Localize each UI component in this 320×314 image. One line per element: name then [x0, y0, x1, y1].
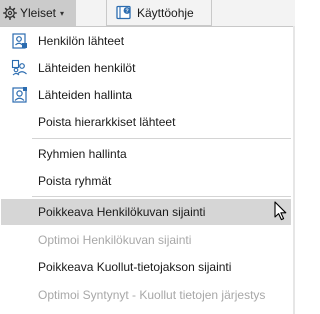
menu-item-label: Ryhmien hallinta	[38, 147, 127, 161]
menu-item-label: Optimoi Syntynyt - Kuollut tietojen järj…	[38, 288, 266, 302]
menu-item-label: Lähteiden henkilöt	[38, 61, 136, 75]
user-guide-label: Käyttöohje	[137, 5, 194, 20]
toolbar: Yleiset ▾ ? Käyttöohje	[0, 0, 295, 26]
menu-separator	[32, 196, 291, 197]
menu-item-remove-groups[interactable]: Poista ryhmät	[1, 168, 291, 194]
gear-icon	[3, 6, 17, 20]
source-persons-icon	[11, 59, 27, 76]
general-menu-label: Yleiset	[20, 6, 57, 20]
menu-item-person-sources[interactable]: Henkilön lähteet	[1, 28, 291, 54]
menu-item-label: Poista hierarkkiset lähteet	[38, 115, 176, 129]
user-guide-button[interactable]: ? Käyttöohje	[106, 0, 212, 26]
help-book-icon: ?	[116, 5, 131, 20]
menu-item-label: Henkilön lähteet	[38, 34, 125, 48]
menu-item-label: Optimoi Henkilökuvan sijainti	[38, 233, 192, 247]
menu-item-label: Lähteiden hallinta	[38, 88, 133, 102]
menu-item-remove-hierarchical-sources[interactable]: Poista hierarkkiset lähteet	[1, 109, 291, 135]
mouse-pointer-icon	[274, 201, 287, 221]
menu-item-optimize-portrait-position: Optimoi Henkilökuvan sijainti	[1, 227, 291, 253]
manage-sources-icon	[12, 87, 27, 103]
menu-item-label: Poikkeava Henkilökuvan sijainti	[38, 205, 206, 219]
menu-item-manage-sources[interactable]: Lähteiden hallinta	[1, 82, 291, 108]
menu-item-deviant-portrait-position[interactable]: Poikkeava Henkilökuvan sijainti	[1, 199, 291, 225]
menu-item-source-persons[interactable]: Lähteiden henkilöt	[1, 55, 291, 81]
menu-item-manage-groups[interactable]: Ryhmien hallinta	[1, 141, 291, 167]
menu-item-label: Poikkeava Kuollut-tietojakson sijainti	[38, 260, 232, 274]
person-sources-icon	[12, 33, 27, 49]
app-root: Yleiset ▾ ? Käyttöohje Henkilön lähteet	[0, 0, 295, 314]
chevron-down-icon: ▾	[60, 8, 65, 18]
menu-separator	[32, 138, 291, 139]
menu-item-deviant-death-section-position[interactable]: Poikkeava Kuollut-tietojakson sijainti	[1, 254, 291, 280]
menu-item-label: Poista ryhmät	[38, 174, 112, 188]
menu-shadow	[293, 26, 295, 314]
menu-item-optimize-birth-death-order: Optimoi Syntynyt - Kuollut tietojen järj…	[1, 282, 291, 308]
general-menu-button[interactable]: Yleiset ▾	[0, 0, 76, 26]
